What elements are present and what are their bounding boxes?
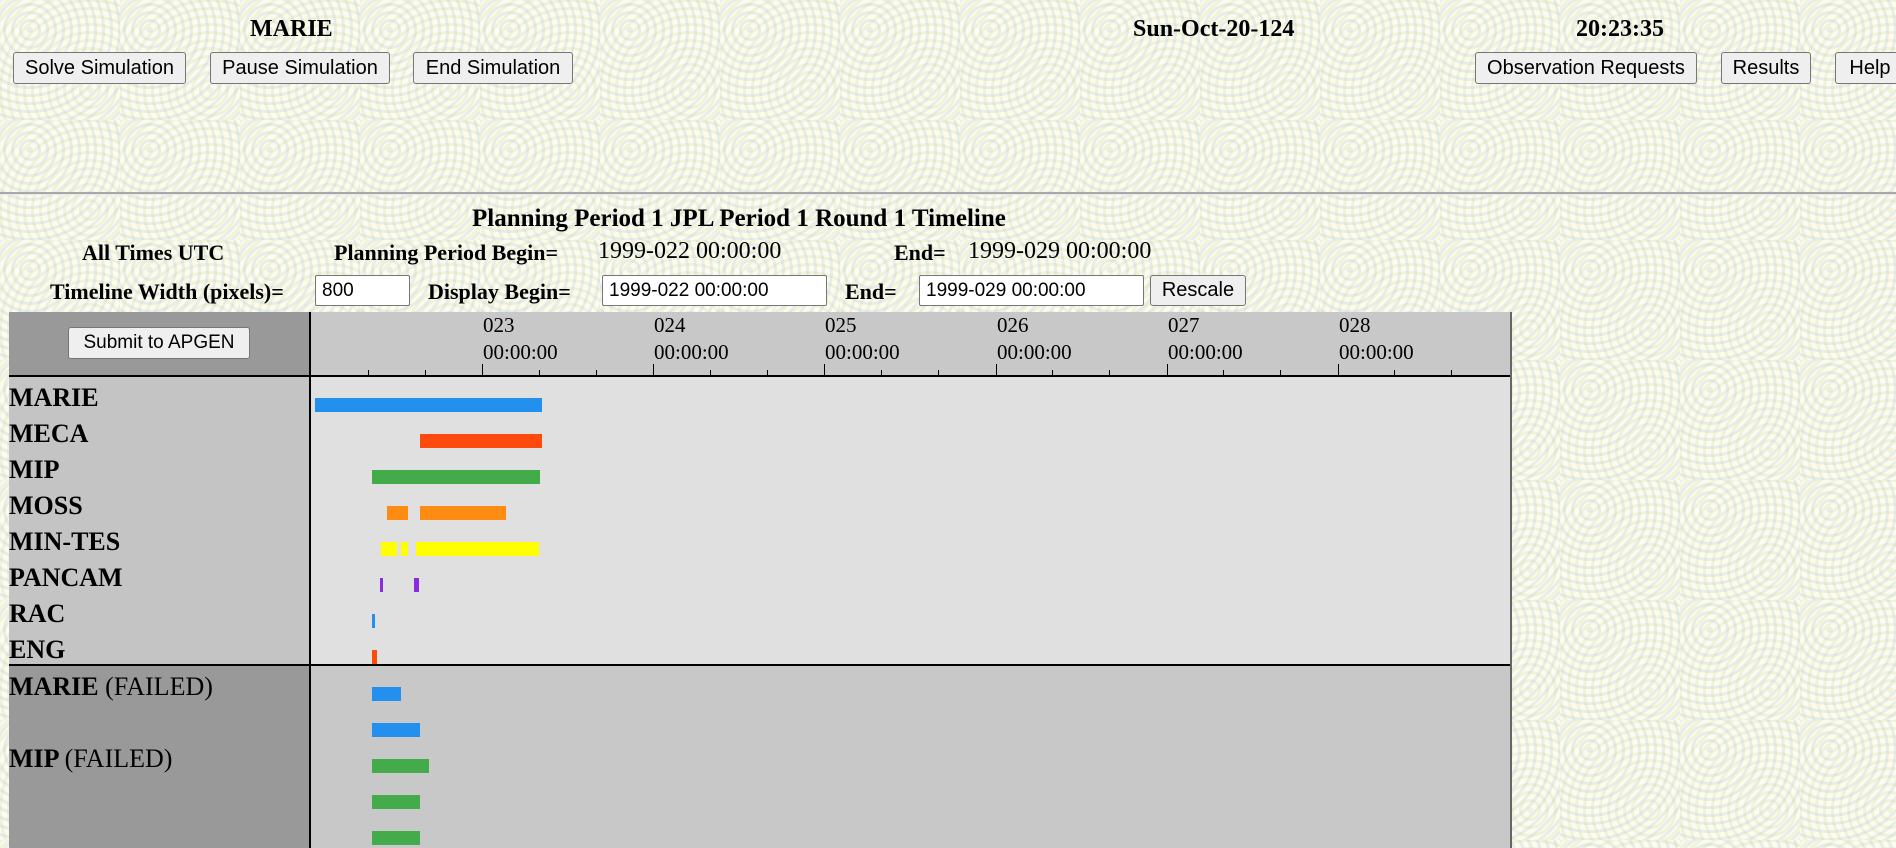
all-times-utc-label: All Times UTC <box>82 240 225 265</box>
help-button[interactable]: Help <box>1835 52 1896 84</box>
axis-minor-tick <box>425 370 426 375</box>
submit-to-apgen-button[interactable]: Submit to APGEN <box>68 327 250 359</box>
failed-bar-marie[interactable] <box>372 723 420 737</box>
axis-minor-tick <box>938 370 939 375</box>
activity-bar-pancam[interactable] <box>414 578 419 592</box>
planning-period-begin-value: 1999-022 00:00:00 <box>598 238 782 264</box>
axis-minor-tick <box>1052 370 1053 375</box>
axis-minor-tick <box>1109 370 1110 375</box>
axis-major-tick <box>1338 364 1339 375</box>
axis-minor-tick <box>710 370 711 375</box>
row-label-moss: MOSS <box>9 491 83 520</box>
axis-tick-label: 025 00:00:00 <box>825 313 900 364</box>
axis-major-tick <box>482 364 483 375</box>
activity-bar-min-tes[interactable] <box>401 542 408 556</box>
axis-tick-label: 024 00:00:00 <box>654 313 729 364</box>
axis-minor-tick <box>1223 370 1224 375</box>
failed-activity-area <box>311 666 1511 848</box>
failed-bar-mip[interactable] <box>372 759 429 773</box>
row-label-pancam: PANCAM <box>9 563 123 592</box>
failed-bar-marie[interactable] <box>372 687 401 701</box>
timeline-title: Planning Period 1 JPL Period 1 Round 1 T… <box>472 205 1006 232</box>
solve-simulation-button[interactable]: Solve Simulation <box>13 52 186 84</box>
planning-period-end-value: 1999-029 00:00:00 <box>968 238 1152 264</box>
axis-major-tick <box>824 364 825 375</box>
display-begin-input[interactable]: 1999-022 00:00:00 <box>602 275 827 306</box>
current-date: Sun-Oct-20-124 <box>1133 16 1295 42</box>
row-label-min-tes: MIN-TES <box>9 527 121 556</box>
timeline-right-border <box>1510 312 1512 848</box>
planning-period-end-label: End= <box>894 240 946 265</box>
timeline-width-input[interactable]: 800 <box>315 275 410 306</box>
axis-tick-label: 027 00:00:00 <box>1168 313 1243 364</box>
axis-tick-label: 026 00:00:00 <box>997 313 1072 364</box>
activity-bar-pancam[interactable] <box>380 578 383 592</box>
end-simulation-button[interactable]: End Simulation <box>413 52 573 84</box>
axis-minor-tick <box>1280 370 1281 375</box>
row-label-meca: MECA <box>9 419 89 448</box>
axis-minor-tick <box>368 370 369 375</box>
failed-row-label-mip: MIP (FAILED) <box>9 744 173 773</box>
activity-bar-rac[interactable] <box>372 614 375 628</box>
rescale-button[interactable]: Rescale <box>1150 275 1246 306</box>
axis-minor-tick <box>1394 370 1395 375</box>
pause-simulation-button[interactable]: Pause Simulation <box>210 52 390 84</box>
timeline-width-label: Timeline Width (pixels)= <box>50 279 284 304</box>
user-name: MARIE <box>250 16 333 42</box>
axis-minor-tick <box>596 370 597 375</box>
failed-bar-mip[interactable] <box>372 795 420 809</box>
axis-tick-label: 023 00:00:00 <box>483 313 558 364</box>
axis-tick-label: 028 00:00:00 <box>1339 313 1414 364</box>
activity-bar-eng[interactable] <box>372 650 377 664</box>
planning-period-begin-label: Planning Period Begin= <box>334 240 559 265</box>
activity-bar-marie[interactable] <box>315 398 542 412</box>
current-time: 20:23:35 <box>1576 16 1664 42</box>
divider <box>0 192 1896 195</box>
display-begin-label: Display Begin= <box>428 279 571 304</box>
display-end-input[interactable]: 1999-029 00:00:00 <box>919 275 1144 306</box>
observation-requests-button[interactable]: Observation Requests <box>1475 52 1697 84</box>
timeline-activity-area <box>311 377 1511 664</box>
row-label-mip: MIP <box>9 455 60 484</box>
axis-major-tick <box>1167 364 1168 375</box>
axis-minor-tick <box>539 370 540 375</box>
axis-minor-tick <box>1451 370 1452 375</box>
row-label-marie: MARIE <box>9 383 99 412</box>
activity-bar-moss[interactable] <box>387 506 408 520</box>
activity-bar-moss[interactable] <box>420 506 506 520</box>
axis-divider <box>9 375 1511 377</box>
failed-bar-mip[interactable] <box>372 831 420 845</box>
display-end-label: End= <box>845 279 897 304</box>
activity-bar-min-tes[interactable] <box>381 542 397 556</box>
activity-bar-min-tes[interactable] <box>416 542 539 556</box>
axis-minor-tick <box>881 370 882 375</box>
failed-divider <box>9 664 1511 666</box>
failed-row-label-marie: MARIE (FAILED) <box>9 672 213 701</box>
activity-bar-mip[interactable] <box>372 470 540 484</box>
row-label-eng: ENG <box>9 635 66 664</box>
axis-major-tick <box>653 364 654 375</box>
activity-bar-meca[interactable] <box>420 434 542 448</box>
row-label-rac: RAC <box>9 599 66 628</box>
results-button[interactable]: Results <box>1721 52 1811 84</box>
axis-major-tick <box>996 364 997 375</box>
column-divider <box>309 312 311 848</box>
axis-minor-tick <box>767 370 768 375</box>
